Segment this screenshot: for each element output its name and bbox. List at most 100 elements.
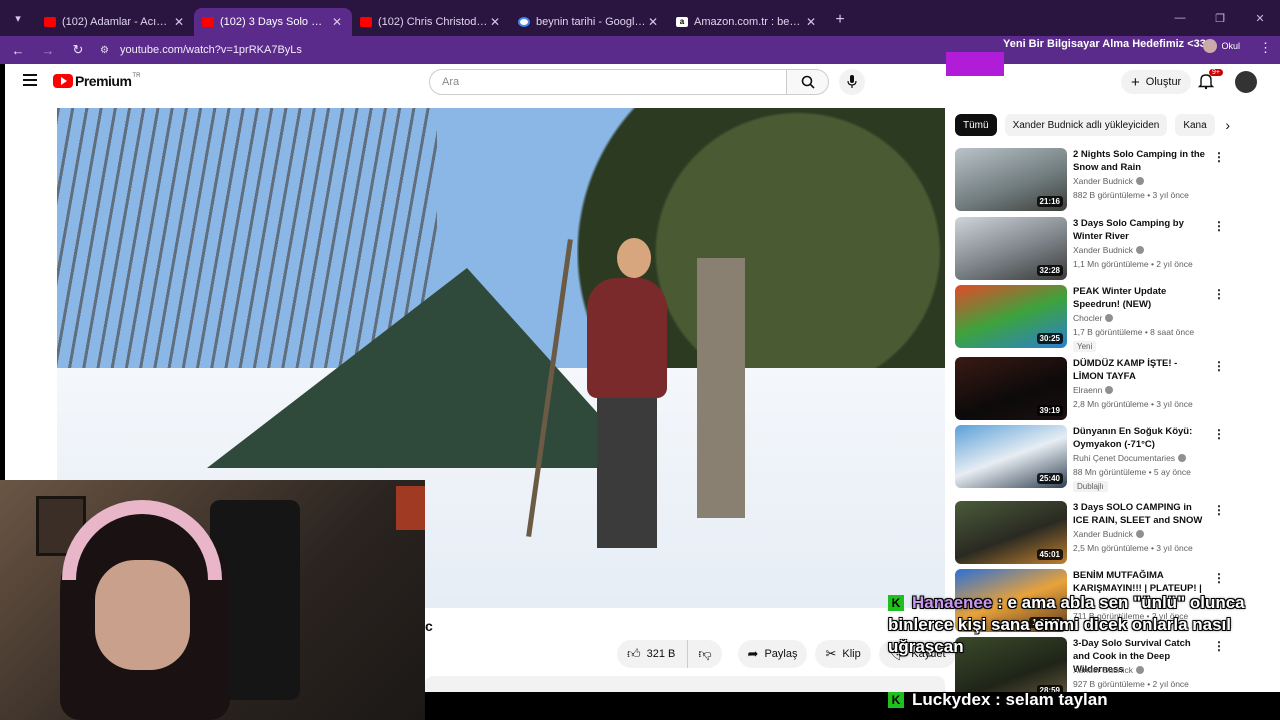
video-thumbnail[interactable]: 30:25: [955, 285, 1067, 348]
more-vert-icon[interactable]: ⋮: [1213, 150, 1225, 164]
filter-chip[interactable]: Tümü: [955, 114, 997, 136]
kick-badge-icon: K: [888, 595, 904, 611]
recommended-video[interactable]: 21:16 2 Nights Solo Camping in the Snow a…: [955, 148, 1225, 212]
close-tab-icon[interactable]: ✕: [330, 15, 344, 29]
recommended-video[interactable]: 25:40 Dünyanın En Soğuk Köyü: Oymyakon (-…: [955, 425, 1225, 492]
restore-icon[interactable]: ❐: [1200, 0, 1240, 36]
video-thumbnail[interactable]: 45:01: [955, 501, 1067, 564]
share-label: Paylaş: [764, 648, 798, 660]
channel-name[interactable]: Xander Budnick: [1073, 245, 1145, 255]
youtube-icon: [360, 17, 372, 27]
minimize-icon[interactable]: —: [1160, 0, 1200, 36]
dislike-button[interactable]: 👎︎: [688, 640, 722, 668]
account-avatar[interactable]: [1235, 71, 1257, 93]
recommended-video[interactable]: 32:28 3 Days Solo Camping by Winter River…: [955, 217, 1225, 281]
tab-strip: (102) Adamlar - Acının İlacı (Offi✕(102)…: [36, 0, 826, 36]
browser-tab[interactable]: beynin tarihi - Google'da Ara✕: [510, 8, 668, 36]
close-window-icon[interactable]: ✕: [1240, 0, 1280, 36]
tab-title: Amazon.com.tr : beynin tarihi: [694, 16, 804, 28]
youtube-premium-logo[interactable]: Premium TR: [53, 73, 140, 89]
recommended-video[interactable]: 30:25 PEAK Winter Update Speedrun! (NEW) C…: [955, 285, 1225, 352]
search-input[interactable]: Ara: [429, 69, 787, 95]
reload-icon[interactable]: ↻: [66, 42, 90, 58]
chat-overlay: K Hanaenee : e ama abla sen "ünlü" olunca…: [888, 592, 1280, 709]
headset: [62, 500, 222, 580]
video-duration: 45:01: [1036, 549, 1063, 560]
search-placeholder: Ara: [442, 76, 460, 88]
thumbs-up-icon: 👍︎: [627, 646, 641, 661]
profile-button[interactable]: Okul: [1203, 39, 1240, 53]
browser-tab[interactable]: (102) Chris Christodoulou - Coa✕: [352, 8, 510, 36]
channel-name[interactable]: Xander Budnick: [1073, 529, 1145, 539]
like-count: 321 B: [646, 648, 676, 660]
more-vert-icon[interactable]: ⋮: [1213, 427, 1225, 441]
site-info-icon[interactable]: ⚙: [100, 45, 114, 56]
browser-tab[interactable]: a Amazon.com.tr : beynin tarihi✕: [668, 8, 826, 36]
new-tab-button[interactable]: +: [826, 11, 854, 29]
forward-icon[interactable]: →: [36, 43, 60, 58]
clip-button[interactable]: ✂ Klip: [815, 640, 871, 668]
plus-icon: +: [1131, 73, 1140, 91]
more-vert-icon[interactable]: ⋮: [1213, 359, 1225, 373]
video-scene-person: [587, 278, 667, 398]
video-scene-trunk: [697, 258, 745, 518]
more-vert-icon[interactable]: ⋮: [1213, 287, 1225, 301]
video-thumbnail[interactable]: 39:19: [955, 357, 1067, 420]
video-meta: 88 Mn görüntüleme • 5 ay önce: [1073, 467, 1191, 477]
recommended-title[interactable]: 3 Days Solo Camping by Winter River: [1073, 217, 1208, 243]
video-meta: 1,7 B görüntüleme • 8 saat önce: [1073, 327, 1195, 337]
close-tab-icon[interactable]: ✕: [804, 15, 818, 29]
video-tag: Dublajlı: [1073, 481, 1108, 492]
recommended-video[interactable]: 39:19 DÜMDÜZ KAMP İŞTE! - LİMON TAYFA Elra…: [955, 357, 1225, 421]
tab-title: (102) Adamlar - Acının İlacı (Offi: [62, 16, 172, 28]
video-thumbnail[interactable]: 21:16: [955, 148, 1067, 211]
video-tag: Yeni: [1073, 341, 1097, 352]
create-button[interactable]: + Oluştur: [1121, 70, 1192, 94]
stream-goal-text: Yeni Bir Bilgisayar Alma Hedefimiz <333: [1003, 38, 1212, 50]
window-controls: — ❐ ✕: [1160, 0, 1280, 36]
description-box[interactable]: [425, 676, 945, 692]
video-meta: 1,1 Mn görüntüleme • 2 yıl önce: [1073, 259, 1193, 269]
filter-chip[interactable]: Kana: [1175, 114, 1216, 136]
close-tab-icon[interactable]: ✕: [488, 15, 502, 29]
close-tab-icon[interactable]: ✕: [646, 15, 660, 29]
tab-search-icon[interactable]: ▾: [0, 0, 36, 36]
more-vert-icon[interactable]: ⋮: [1213, 571, 1225, 585]
voice-search-button[interactable]: [839, 69, 865, 95]
more-vert-icon[interactable]: ⋮: [1213, 219, 1225, 233]
video-duration: 32:28: [1036, 265, 1063, 276]
channel-name[interactable]: Xander Budnick: [1073, 665, 1145, 675]
search-button[interactable]: [787, 69, 829, 95]
profile-avatar: [1203, 39, 1218, 53]
browser-menu-icon[interactable]: ⋮: [1259, 40, 1272, 56]
channel-name[interactable]: Ruhi Çenet Documentaries: [1073, 453, 1187, 463]
recommended-video[interactable]: 45:01 3 Days SOLO CAMPING in ICE RAIN, SL…: [955, 501, 1225, 565]
share-icon: ➦: [747, 646, 759, 661]
more-vert-icon[interactable]: ⋮: [1213, 503, 1225, 517]
browser-tab[interactable]: (102) Adamlar - Acının İlacı (Offi✕: [36, 8, 194, 36]
video-title-fragment: c: [425, 618, 433, 634]
menu-icon[interactable]: [23, 74, 37, 89]
address-bar: ← → ↻ ⚙ youtube.com/watch?v=1prRKA7ByLs …: [0, 36, 1280, 64]
url-field[interactable]: ⚙ youtube.com/watch?v=1prRKA7ByLs: [100, 44, 302, 56]
recommended-title[interactable]: Dünyanın En Soğuk Köyü: Oymyakon (-71°C): [1073, 425, 1208, 451]
chevron-right-icon[interactable]: ›: [1225, 117, 1230, 133]
recommended-title[interactable]: 2 Nights Solo Camping in the Snow and Ra…: [1073, 148, 1208, 174]
channel-name[interactable]: Elraenn: [1073, 385, 1114, 395]
channel-name[interactable]: Chocler: [1073, 313, 1114, 323]
recommended-title[interactable]: PEAK Winter Update Speedrun! (NEW): [1073, 285, 1208, 311]
video-thumbnail[interactable]: 32:28: [955, 217, 1067, 280]
video-thumbnail[interactable]: 25:40: [955, 425, 1067, 488]
back-icon[interactable]: ←: [6, 43, 30, 58]
close-tab-icon[interactable]: ✕: [172, 15, 186, 29]
video-duration: 30:25: [1036, 333, 1063, 344]
channel-name[interactable]: Xander Budnick: [1073, 176, 1145, 186]
recommended-title[interactable]: 3 Days SOLO CAMPING in ICE RAIN, SLEET a…: [1073, 501, 1208, 527]
like-button[interactable]: 👍︎ 321 B: [617, 640, 689, 668]
share-button[interactable]: ➦ Paylaş: [737, 640, 808, 668]
browser-tab[interactable]: (102) 3 Days Solo Winter Camp✕: [194, 8, 352, 36]
notifications-button[interactable]: 9+: [1197, 69, 1223, 92]
filter-chip[interactable]: Xander Budnick adlı yükleyiciden: [1004, 114, 1168, 136]
url-text: youtube.com/watch?v=1prRKA7ByLs: [120, 44, 302, 56]
recommended-title[interactable]: DÜMDÜZ KAMP İŞTE! - LİMON TAYFA: [1073, 357, 1208, 383]
